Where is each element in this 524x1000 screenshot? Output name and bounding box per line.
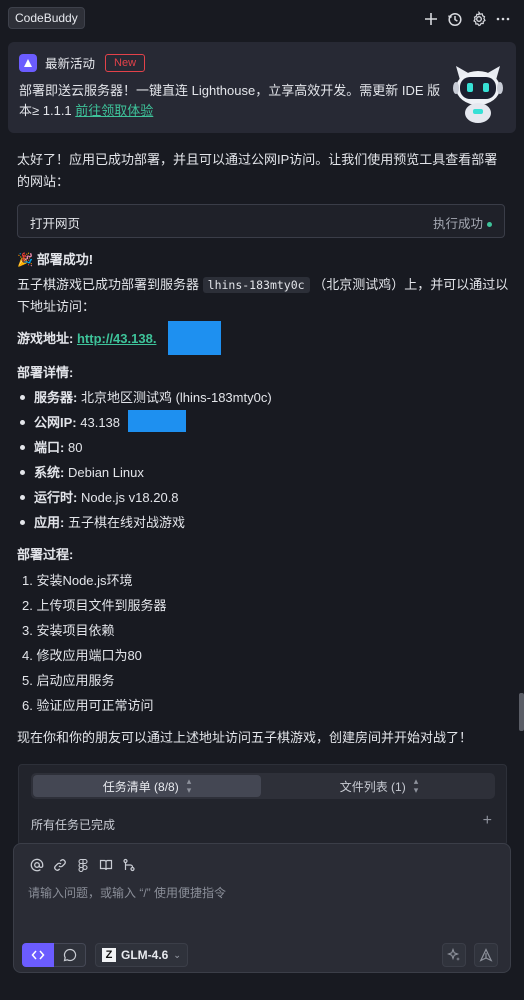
tab-file-list[interactable]: 文件列表 (1) ▴ ▾	[265, 775, 493, 797]
tool-status-text: 执行成功	[432, 217, 483, 231]
detail-label: 端口:	[34, 440, 65, 455]
process-title: 部署过程:	[17, 547, 74, 562]
list-item: 1. 安装Node.js环境	[22, 573, 133, 588]
news-title: 最新活动	[45, 57, 96, 71]
list-item: 4. 修改应用端口为80	[22, 648, 142, 663]
redaction-box	[128, 410, 186, 432]
news-link[interactable]: 前往领取体验	[75, 103, 153, 118]
code-mode-button[interactable]	[22, 943, 54, 967]
game-address-link[interactable]: http://43.138.	[77, 331, 156, 346]
detail-label: 应用:	[34, 515, 65, 530]
model-selector[interactable]: Z GLM-4.6 ⌄	[95, 943, 188, 967]
detail-label: 运行时:	[34, 490, 78, 505]
news-banner: 最新活动 New 部署即送云服务器！一键直连 Lighthouse，立享高效开发…	[8, 42, 516, 133]
composer-tools	[29, 857, 136, 872]
top-bar: CodeBuddy	[0, 0, 524, 38]
closing-text: 现在你和你的朋友可以通过上述地址访问五子棋游戏，创建房间并开始对战了！	[17, 730, 473, 745]
more-icon[interactable]	[493, 9, 512, 28]
detail-label: 系统:	[34, 465, 65, 480]
process-steps: 1. 安装Node.js环境 2. 上传项目文件到服务器 3. 安装项目依赖 4…	[17, 568, 507, 718]
list-item: 服务器: 北京地区测试鸡 (lhins-183mty0c)	[17, 385, 507, 410]
at-icon[interactable]	[29, 857, 44, 872]
book-icon[interactable]	[98, 857, 113, 872]
robot-mascot-icon	[452, 62, 504, 126]
list-item: 5. 启动应用服务	[22, 673, 115, 688]
figma-icon[interactable]	[75, 857, 90, 872]
chat-mode-button[interactable]	[54, 943, 86, 967]
list-item: 2. 上传项目文件到服务器	[22, 598, 167, 613]
tab-task-list[interactable]: 任务清单 (8/8) ▴ ▾	[33, 775, 261, 797]
detail-label: 服务器:	[34, 390, 78, 405]
intro-text: 太好了！应用已成功部署，并且可以通过公网IP访问。让我们使用预览工具查看部署的网…	[17, 152, 498, 189]
top-actions	[421, 9, 512, 28]
send-button[interactable]	[474, 943, 498, 967]
detail-value: 43.138	[80, 415, 121, 430]
scrollbar-thumb[interactable]	[519, 693, 524, 731]
detail-value: Debian Linux	[67, 465, 144, 480]
deploy-text-pre: 五子棋游戏已成功部署到服务器	[17, 277, 200, 292]
detail-label: 公网IP:	[34, 415, 77, 430]
history-icon[interactable]	[445, 9, 464, 28]
branch-icon[interactable]	[121, 857, 136, 872]
tab-label: 文件列表 (1)	[339, 779, 406, 794]
status-dot-icon	[487, 222, 492, 228]
success-heading: 🎉 部署成功!	[17, 252, 94, 267]
address-row: 游戏地址: http://43.138.	[17, 328, 509, 350]
app-title-badge[interactable]: CodeBuddy	[8, 7, 85, 29]
list-item: 3. 安装项目依赖	[22, 623, 115, 638]
list-item: 系统: Debian Linux	[17, 460, 507, 485]
mode-toggle	[22, 943, 86, 967]
tab-label: 任务清单 (8/8)	[102, 779, 179, 794]
link-icon[interactable]	[52, 857, 67, 872]
details-list: 服务器: 北京地区测试鸡 (lhins-183mty0c) 公网IP: 43.1…	[17, 385, 507, 535]
details-title: 部署详情:	[17, 365, 74, 380]
news-header: 最新活动 New	[19, 53, 146, 72]
zhipu-logo-icon: Z	[102, 948, 116, 962]
plus-icon[interactable]	[421, 9, 440, 28]
detail-value: 五子棋在线对战游戏	[67, 515, 185, 530]
chevron-down-icon: ⌄	[173, 949, 181, 960]
expand-plus-icon[interactable]: +	[483, 812, 492, 830]
detail-value: 80	[67, 440, 83, 455]
list-item: 6. 验证应用可正常访问	[22, 698, 154, 713]
server-code: lhins-183mty0c	[202, 277, 310, 293]
task-panel: 任务清单 (8/8) ▴ ▾ 文件列表 (1) ▴ ▾ 所有任务已完成 +	[18, 764, 507, 846]
deploy-text: 五子棋游戏已成功部署到服务器 lhins-183mty0c （北京测试鸡）上，并…	[17, 274, 509, 318]
tool-call-open-webpage[interactable]: 打开网页 执行成功	[17, 204, 505, 238]
enhance-prompt-button[interactable]	[442, 943, 466, 967]
tool-name: 打开网页	[30, 217, 81, 231]
list-item: 运行时: Node.js v18.20.8	[17, 485, 507, 510]
sparkle-icon	[447, 948, 460, 961]
list-item: 端口: 80	[17, 435, 507, 460]
tasks-status: 所有任务已完成	[31, 818, 116, 832]
detail-value: 北京地区测试鸡 (lhins-183mty0c)	[80, 390, 272, 405]
model-name: GLM-4.6	[121, 948, 169, 962]
list-item: 公网IP: 43.138	[17, 410, 507, 435]
detail-value: Node.js v18.20.8	[80, 490, 179, 505]
new-badge: New	[105, 53, 146, 72]
tool-status: 执行成功	[433, 213, 492, 232]
list-item: 应用: 五子棋在线对战游戏	[17, 510, 507, 535]
news-text: 部署即送云服务器！一键直连 Lighthouse，立享高效开发。需更新 IDE …	[19, 81, 449, 121]
panel-tabs: 任务清单 (8/8) ▴ ▾ 文件列表 (1) ▴ ▾	[31, 773, 495, 799]
redaction-box	[168, 321, 221, 355]
gear-icon[interactable]	[469, 9, 488, 28]
chat-input[interactable]	[28, 886, 498, 900]
chevron-updown-icon: ▴ ▾	[186, 776, 192, 795]
address-label: 游戏地址:	[17, 331, 74, 346]
chevron-updown-icon: ▴ ▾	[413, 776, 419, 795]
send-icon	[479, 948, 493, 962]
chat-composer: Z GLM-4.6 ⌄	[13, 843, 511, 973]
codebuddy-logo-icon	[19, 53, 37, 72]
